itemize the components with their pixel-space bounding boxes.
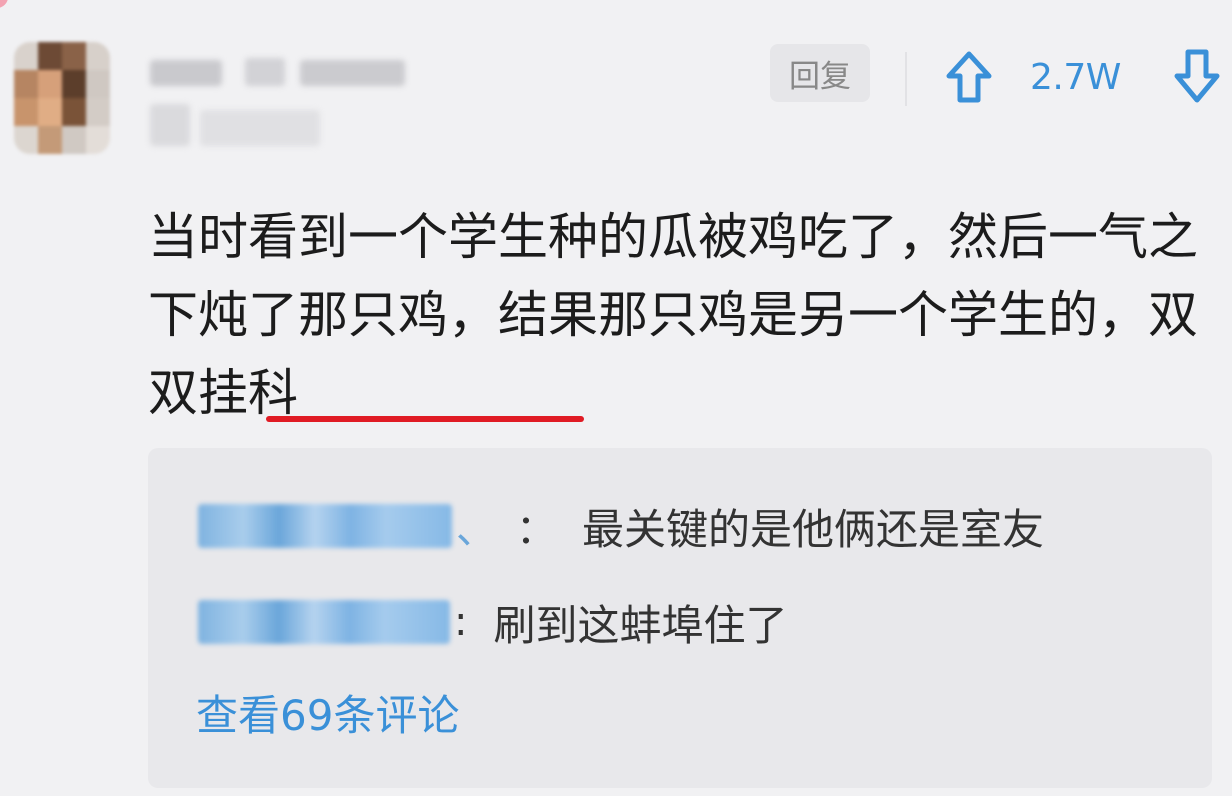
arrow-up-icon[interactable] xyxy=(944,50,994,108)
arrow-down-icon[interactable] xyxy=(1172,48,1222,108)
reply-username-blurred[interactable] xyxy=(198,504,452,548)
reply-item[interactable]: : 刷到这蚌埠住了 xyxy=(198,590,788,654)
comment-text-main: 当时看到一个学生种的瓜被鸡吃了，然后一气之下炖了那只鸡，结果那只鸡是另一个学生的… xyxy=(148,208,1198,344)
reply-colon: ： xyxy=(516,507,556,553)
reply-username-blurred[interactable] xyxy=(198,600,450,644)
view-more-comments-link[interactable]: 查看69条评论 xyxy=(196,686,459,746)
reply-item[interactable]: 、 ： 最关键的是他俩还是室友 xyxy=(198,494,1044,558)
reply-username-suffix: 、 xyxy=(456,507,496,553)
avatar[interactable] xyxy=(14,42,110,154)
reply-text: 最关键的是他俩还是室友 xyxy=(582,504,1045,554)
reply-colon: : xyxy=(454,599,468,645)
comment-text: 当时看到一个学生种的瓜被鸡吃了，然后一气之下炖了那只鸡，结果那只鸡是另一个学生的… xyxy=(148,198,1198,432)
corner-decoration xyxy=(0,0,8,8)
divider xyxy=(905,52,907,106)
reply-button[interactable]: 回复 xyxy=(770,44,870,102)
highlight-underline xyxy=(266,416,584,422)
vote-count: 2.7W xyxy=(1030,57,1121,98)
reply-text: 刷到这蚌埠住了 xyxy=(493,600,788,650)
